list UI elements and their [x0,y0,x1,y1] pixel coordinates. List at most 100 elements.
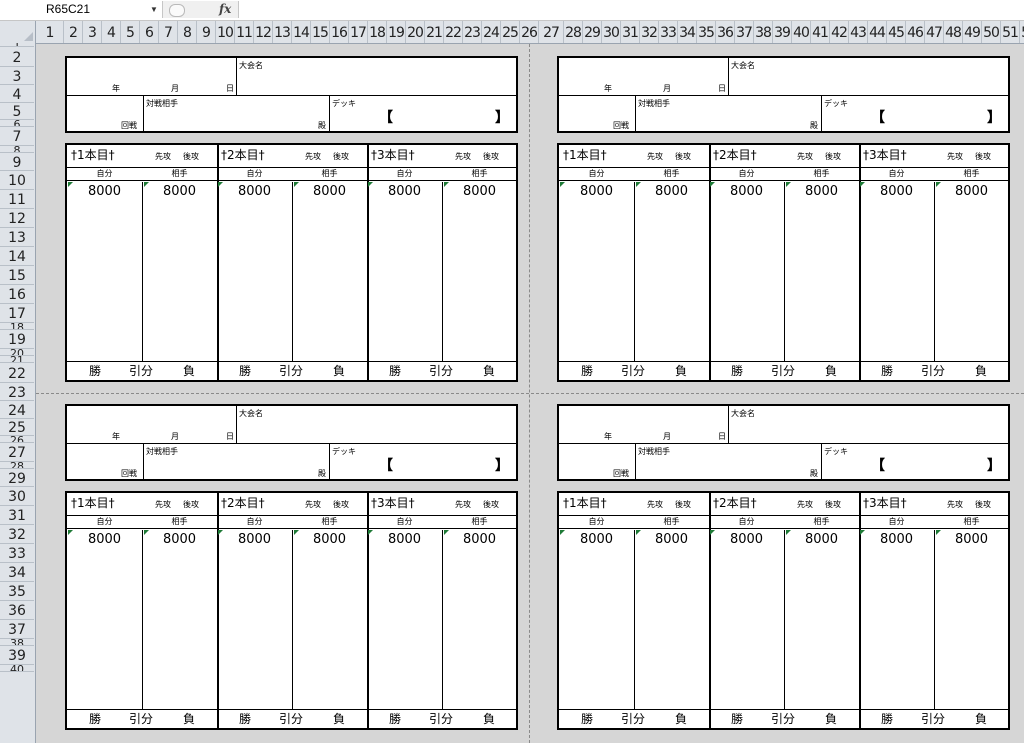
self-life-value[interactable]: 8000 [709,532,784,547]
draw-label[interactable]: 引分 [279,363,303,379]
self-life-value[interactable]: 8000 [559,184,634,199]
win-label[interactable]: 勝 [389,711,401,727]
opponent-life-value[interactable]: 8000 [292,532,367,547]
column-header[interactable]: 19 [387,21,406,43]
first-attack-label[interactable]: 先攻 [455,499,471,510]
column-header[interactable]: 20 [406,21,425,43]
lose-label[interactable]: 負 [975,711,987,727]
lose-label[interactable]: 負 [483,711,495,727]
column-header[interactable]: 43 [849,21,868,43]
column-header[interactable]: 6 [140,21,159,43]
second-attack-label[interactable]: 後攻 [675,499,691,510]
row-header[interactable]: 2 [0,47,34,67]
second-attack-label[interactable]: 後攻 [483,499,499,510]
second-attack-label[interactable]: 後攻 [333,151,349,162]
second-attack-label[interactable]: 後攻 [975,499,991,510]
column-header[interactable]: 14 [292,21,311,43]
lose-label[interactable]: 負 [333,363,345,379]
row-header[interactable]: 10 [0,171,34,190]
column-header[interactable]: 27 [539,21,564,43]
column-header[interactable]: 42 [830,21,849,43]
win-label[interactable]: 勝 [89,363,101,379]
row-header[interactable]: 15 [0,266,34,285]
opponent-life-value[interactable]: 8000 [634,184,709,199]
column-header[interactable]: 12 [254,21,273,43]
win-label[interactable]: 勝 [881,711,893,727]
column-header[interactable]: 52 [1020,21,1024,43]
lose-label[interactable]: 負 [675,363,687,379]
second-attack-label[interactable]: 後攻 [183,499,199,510]
column-header[interactable]: 8 [178,21,197,43]
row-header[interactable]: 40 [0,665,34,672]
opponent-life-value[interactable]: 8000 [634,532,709,547]
column-header[interactable]: 48 [944,21,963,43]
row-header[interactable]: 13 [0,228,34,247]
row-header[interactable]: 9 [0,153,34,171]
column-header[interactable]: 49 [963,21,982,43]
row-header[interactable]: 5 [0,103,34,120]
row-header[interactable]: 24 [0,401,34,419]
draw-label[interactable]: 引分 [621,363,645,379]
self-life-value[interactable]: 8000 [859,532,934,547]
opponent-life-value[interactable]: 8000 [784,184,859,199]
draw-label[interactable]: 引分 [429,363,453,379]
self-life-value[interactable]: 8000 [859,184,934,199]
column-header[interactable]: 41 [811,21,830,43]
opponent-life-value[interactable]: 8000 [292,184,367,199]
draw-label[interactable]: 引分 [429,711,453,727]
row-header[interactable]: 35 [0,582,34,601]
column-header[interactable]: 39 [773,21,792,43]
first-attack-label[interactable]: 先攻 [797,499,813,510]
row-header[interactable]: 18 [0,323,34,330]
row-header[interactable]: 21 [0,356,34,363]
chevron-down-icon[interactable]: ▼ [150,1,158,18]
lose-label[interactable]: 負 [183,363,195,379]
formula-bar-handle[interactable] [169,4,185,17]
draw-label[interactable]: 引分 [129,711,153,727]
column-header[interactable]: 46 [906,21,925,43]
row-header[interactable]: 17 [0,304,34,323]
column-header[interactable]: 7 [159,21,178,43]
lose-label[interactable]: 負 [333,711,345,727]
draw-label[interactable]: 引分 [771,363,795,379]
column-header[interactable]: 17 [349,21,368,43]
select-all-button[interactable] [0,21,36,43]
row-header[interactable]: 14 [0,247,34,266]
column-header[interactable]: 9 [197,21,216,43]
row-header[interactable]: 23 [0,383,34,401]
column-header[interactable]: 13 [273,21,292,43]
row-header[interactable]: 30 [0,487,34,506]
opponent-life-value[interactable]: 8000 [934,532,1009,547]
row-header[interactable]: 26 [0,436,34,443]
row-header[interactable]: 7 [0,127,34,146]
first-attack-label[interactable]: 先攻 [155,151,171,162]
win-label[interactable]: 勝 [731,711,743,727]
row-header[interactable]: 33 [0,544,34,563]
first-attack-label[interactable]: 先攻 [305,151,321,162]
column-header[interactable]: 22 [444,21,463,43]
insert-function-icon[interactable]: fx [219,1,231,18]
column-header[interactable]: 18 [368,21,387,43]
name-box[interactable]: R65C21 ▼ [0,1,163,18]
self-life-value[interactable]: 8000 [217,532,292,547]
column-header[interactable]: 40 [792,21,811,43]
opponent-life-value[interactable]: 8000 [442,184,517,199]
column-header[interactable]: 21 [425,21,444,43]
column-header[interactable]: 3 [83,21,102,43]
column-header[interactable]: 33 [659,21,678,43]
opponent-life-value[interactable]: 8000 [442,532,517,547]
column-header[interactable]: 5 [121,21,140,43]
lose-label[interactable]: 負 [183,711,195,727]
column-header[interactable]: 25 [501,21,520,43]
row-header[interactable]: 38 [0,639,34,646]
lose-label[interactable]: 負 [975,363,987,379]
win-label[interactable]: 勝 [581,711,593,727]
column-header[interactable]: 45 [887,21,906,43]
first-attack-label[interactable]: 先攻 [797,151,813,162]
column-header[interactable]: 28 [564,21,583,43]
column-header[interactable]: 35 [697,21,716,43]
row-header[interactable]: 27 [0,443,34,462]
second-attack-label[interactable]: 後攻 [483,151,499,162]
row-header[interactable]: 28 [0,462,34,469]
row-header[interactable]: 11 [0,190,34,209]
